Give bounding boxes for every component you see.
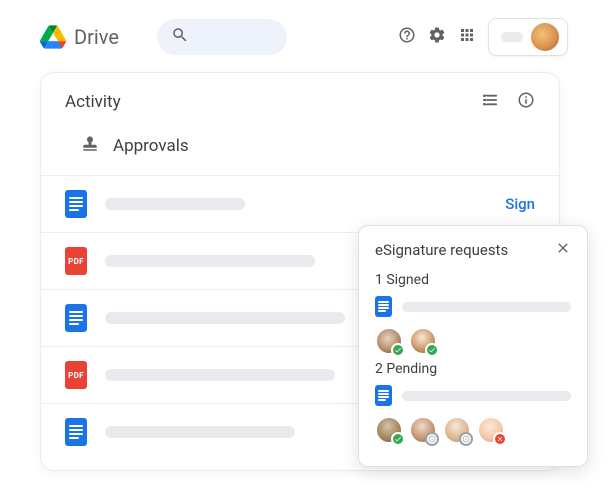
- close-icon[interactable]: [555, 240, 571, 260]
- file-name-placeholder: [402, 302, 571, 312]
- app-name: Drive: [74, 25, 119, 49]
- file-name-placeholder: [105, 255, 315, 267]
- signer-avatar[interactable]: [477, 416, 505, 444]
- file-name-placeholder: [105, 198, 245, 210]
- header-actions: [398, 18, 568, 56]
- pdf-file-icon: PDF: [65, 247, 87, 275]
- doc-file-icon: [65, 304, 87, 332]
- esignature-requests-popup: eSignature requests 1 Signed 2 Pending: [358, 225, 588, 467]
- esignature-file-row[interactable]: [375, 385, 571, 406]
- file-name-placeholder: [105, 369, 335, 381]
- doc-file-icon: [375, 385, 392, 406]
- app-header: Drive: [0, 0, 608, 56]
- file-name-placeholder: [105, 312, 345, 324]
- status-signed-icon: [425, 343, 439, 357]
- info-icon[interactable]: [517, 91, 535, 113]
- signer-avatars: [375, 416, 571, 444]
- doc-file-icon: [375, 296, 392, 317]
- pdf-file-icon: PDF: [65, 361, 87, 389]
- esignature-title: eSignature requests: [375, 241, 508, 259]
- activity-title: Activity: [65, 92, 121, 112]
- status-rejected-icon: [493, 432, 507, 446]
- signer-avatars: [375, 327, 571, 355]
- status-pending-icon: [459, 432, 473, 446]
- approvals-section-header: Approvals: [41, 121, 559, 175]
- user-avatar: [531, 23, 559, 51]
- file-name-placeholder: [402, 391, 571, 401]
- signed-section-label: 1 Signed: [375, 272, 571, 288]
- esignature-popup-header: eSignature requests: [375, 240, 571, 260]
- signer-avatar[interactable]: [409, 416, 437, 444]
- search-icon: [171, 26, 189, 48]
- signer-avatar[interactable]: [375, 327, 403, 355]
- status-signed-icon: [391, 343, 405, 357]
- signer-avatar[interactable]: [443, 416, 471, 444]
- pending-section-label: 2 Pending: [375, 361, 571, 377]
- doc-file-icon: [65, 190, 87, 218]
- drive-logo-icon: [40, 25, 66, 49]
- status-signed-icon: [391, 432, 405, 446]
- file-name-placeholder: [105, 426, 295, 438]
- approvals-stamp-icon: [81, 135, 99, 157]
- account-switcher[interactable]: [488, 18, 568, 56]
- help-icon[interactable]: [398, 26, 416, 48]
- approvals-label: Approvals: [113, 136, 189, 156]
- settings-icon[interactable]: [428, 26, 446, 48]
- signer-avatar[interactable]: [375, 416, 403, 444]
- sign-action[interactable]: Sign: [505, 195, 535, 213]
- signer-avatar[interactable]: [409, 327, 437, 355]
- apps-icon[interactable]: [458, 26, 476, 48]
- account-label-placeholder: [501, 32, 523, 42]
- drive-logo-group[interactable]: Drive: [40, 25, 119, 49]
- search-input[interactable]: [157, 19, 287, 55]
- list-view-icon[interactable]: [481, 91, 499, 113]
- status-pending-icon: [425, 432, 439, 446]
- file-row[interactable]: Sign: [41, 175, 559, 232]
- doc-file-icon: [65, 418, 87, 446]
- esignature-file-row[interactable]: [375, 296, 571, 317]
- activity-panel-header: Activity: [41, 73, 559, 121]
